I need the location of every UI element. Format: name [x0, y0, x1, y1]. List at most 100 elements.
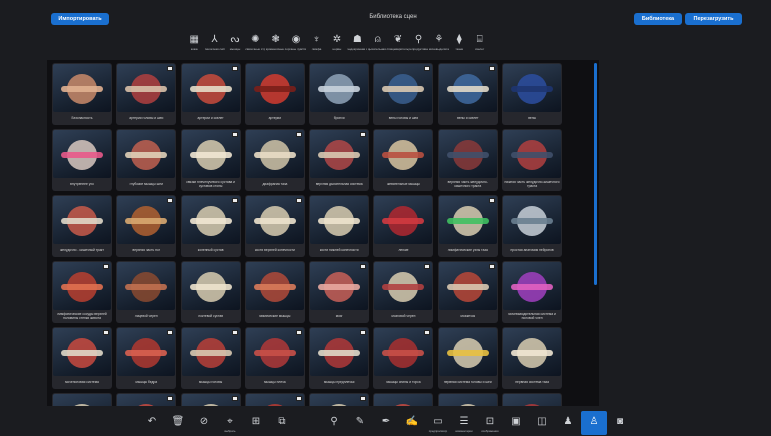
- category-eye[interactable]: ◉ органы чувств: [286, 28, 306, 56]
- scene-card[interactable]: верхняя часть ног: [116, 195, 177, 257]
- scene-card[interactable]: мышцы спины и торса: [373, 327, 434, 389]
- scene-card[interactable]: [373, 393, 434, 406]
- category-skeleton-full[interactable]: ⌸ скелет: [469, 28, 489, 56]
- tool-image[interactable]: ⊡ изображения: [477, 411, 503, 435]
- category-skin[interactable]: ▦ кожа: [184, 28, 204, 56]
- scene-card[interactable]: вены головы и шеи: [373, 63, 434, 125]
- scene-card[interactable]: [502, 393, 563, 406]
- scene-card[interactable]: [309, 393, 370, 406]
- scene-title: мочеполовая система: [65, 379, 99, 384]
- category-tissue[interactable]: ⧫ ткани: [449, 28, 469, 56]
- scene-card[interactable]: [437, 393, 498, 406]
- scene-card[interactable]: лимфатические сосуды верхней половины ст…: [52, 261, 112, 323]
- scene-card[interactable]: вены: [502, 63, 563, 125]
- pin-icon: ⚲: [330, 415, 338, 427]
- scene-card[interactable]: глубокие мышцы шеи: [116, 129, 177, 191]
- hierarchy-icon: ⊞: [251, 415, 261, 427]
- tool-anatomy[interactable]: ♙: [581, 411, 607, 435]
- scene-card[interactable]: мочевыводительная система и половой член: [502, 261, 563, 323]
- tool-hierarchy[interactable]: ⊞: [243, 411, 269, 435]
- tool-pencil[interactable]: ✎: [347, 411, 373, 435]
- scene-card[interactable]: связки плечелучевого сустава и суставов …: [180, 129, 241, 191]
- tool-vr[interactable]: ◫: [529, 411, 555, 435]
- scene-card[interactable]: нижняя часть желудочно-кишечного тракта: [502, 129, 563, 191]
- scene-card[interactable]: нервная система таза: [502, 327, 563, 389]
- grid-scrollbar[interactable]: [594, 63, 597, 285]
- category-ligament[interactable]: ✺ связочные структуры: [245, 28, 265, 56]
- scene-card[interactable]: вены и скелет: [437, 63, 498, 125]
- category-lymph[interactable]: ♆ лимфа: [306, 28, 326, 56]
- category-endocrine[interactable]: ☗ эндокринная система: [347, 28, 367, 56]
- category-nerves[interactable]: ✲ нервы: [327, 28, 347, 56]
- category-reproductive[interactable]: ⚲ репродуктивная система: [408, 28, 428, 56]
- library-button[interactable]: Библиотека: [634, 13, 682, 25]
- scene-card[interactable]: мозжечок: [437, 261, 498, 323]
- scene-card[interactable]: легкие: [373, 195, 434, 257]
- scene-card[interactable]: верхняя часть желудочно-кишечного тракта: [437, 129, 498, 191]
- category-label: скелет: [475, 48, 485, 51]
- scene-card[interactable]: [116, 393, 177, 406]
- scene-card[interactable]: верхняя дыхательная система: [309, 129, 370, 191]
- scene-card[interactable]: Безопасность: [52, 63, 112, 125]
- scene-card[interactable]: мозговой череп: [373, 261, 434, 323]
- scene-card[interactable]: бронхи: [309, 63, 370, 125]
- scene-card[interactable]: жевательные мышцы: [373, 129, 434, 191]
- scene-card[interactable]: артерии и скелет: [180, 63, 241, 125]
- scene-card[interactable]: [244, 393, 305, 406]
- tool-undo[interactable]: ↶: [139, 411, 165, 435]
- scene-title: мимические мышцы: [259, 313, 291, 318]
- scene-card[interactable]: коленный сустав: [180, 195, 241, 257]
- scene-card[interactable]: нервная система головы и шеи: [437, 327, 498, 389]
- scene-card[interactable]: мозг: [309, 261, 370, 323]
- scene-title: бронхи: [333, 115, 345, 120]
- scene-card[interactable]: мышцы предплечья: [309, 327, 370, 389]
- scene-card[interactable]: лицевой череп: [116, 261, 177, 323]
- scene-thumbnail: [310, 64, 369, 112]
- scene-title: желудочно - кишечный тракт: [60, 247, 104, 252]
- scene-thumbnail: [117, 64, 176, 112]
- category-skeleton[interactable]: ⅄ скелетная система: [204, 28, 225, 56]
- scene-card[interactable]: [180, 393, 241, 406]
- scene-card[interactable]: мочеполовая система: [52, 327, 112, 389]
- scene-card[interactable]: кости верхней конечности: [244, 195, 305, 257]
- scene-title: мышцы спины и торса: [386, 379, 421, 384]
- tool-pin[interactable]: ⚲: [321, 411, 347, 435]
- category-label: кровеносные сосуды: [265, 48, 286, 51]
- tool-gallery[interactable]: ▣: [503, 411, 529, 435]
- tool-camera[interactable]: ◙: [607, 411, 633, 435]
- scene-thumbnail: [245, 328, 304, 376]
- tool-select[interactable]: ⌖ выбрать: [217, 411, 243, 435]
- scene-card[interactable]: простая анатомия нейронов: [502, 195, 563, 257]
- scene-card[interactable]: диафрагма таза: [244, 129, 305, 191]
- scene-thumbnail: [503, 262, 562, 310]
- tool-hide[interactable]: ⊘: [191, 411, 217, 435]
- scene-card[interactable]: внутреннее ухо: [52, 129, 112, 191]
- tool-pen[interactable]: ✒: [373, 411, 399, 435]
- scene-card[interactable]: мышцы плеча: [244, 327, 305, 389]
- tool-notes[interactable]: ✍: [399, 411, 425, 435]
- scene-card[interactable]: артерии: [244, 63, 305, 125]
- tool-person[interactable]: ♟: [555, 411, 581, 435]
- scene-thumbnail: [438, 64, 497, 112]
- scene-card[interactable]: артерии головы и шеи: [116, 63, 177, 125]
- category-muscle[interactable]: ᔓ мышцы: [225, 28, 245, 56]
- scene-card[interactable]: мышцы бедра: [116, 327, 177, 389]
- tool-explode[interactable]: ⧉: [269, 411, 295, 435]
- tool-preview[interactable]: ▭ предпросмотр: [425, 411, 451, 435]
- category-digestive[interactable]: ❦ пищеварительная система: [388, 28, 408, 56]
- tool-label: выбрать: [224, 429, 236, 433]
- scene-card[interactable]: кости нижней конечности: [309, 195, 370, 257]
- reload-button[interactable]: Перезагрузить: [685, 13, 742, 25]
- scene-card[interactable]: локтевой сустав: [180, 261, 241, 323]
- category-urinary[interactable]: ⚘ мочевыделительная система: [429, 28, 449, 56]
- category-lungs[interactable]: ⍝ дыхательная система: [368, 28, 388, 56]
- category-vessels[interactable]: ❃ кровеносные сосуды: [266, 28, 286, 56]
- scene-card[interactable]: желудочно - кишечный тракт: [52, 195, 112, 257]
- scene-card[interactable]: [52, 393, 112, 406]
- tool-trash[interactable]: 🗑: [165, 411, 191, 435]
- tool-comment[interactable]: ☰ комментарии: [451, 411, 477, 435]
- scene-card[interactable]: лимфатические узлы таза: [437, 195, 498, 257]
- scene-card[interactable]: мышцы головы: [180, 327, 241, 389]
- scene-card[interactable]: мимические мышцы: [244, 261, 305, 323]
- tool-spacer: [295, 411, 321, 435]
